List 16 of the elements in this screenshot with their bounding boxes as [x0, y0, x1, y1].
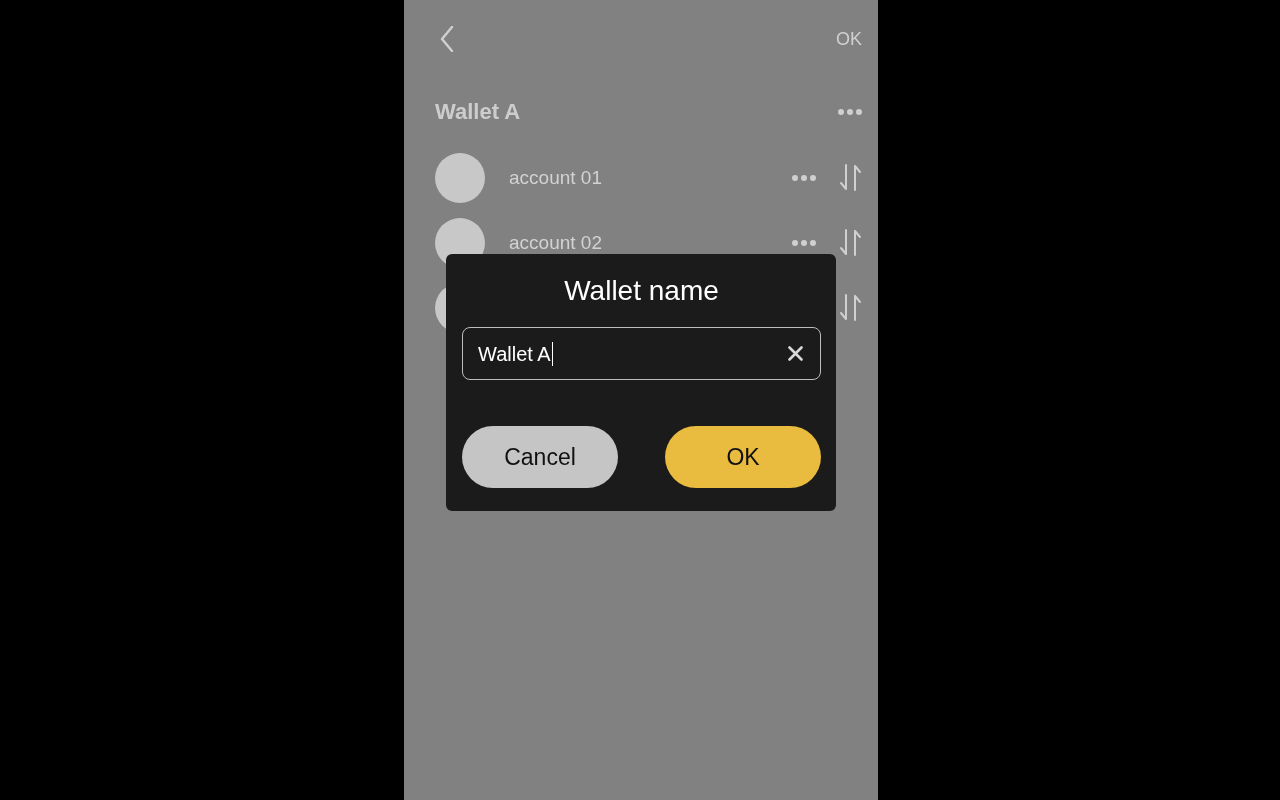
- cancel-button[interactable]: Cancel: [462, 426, 618, 488]
- account-name: account 02: [509, 231, 603, 254]
- clear-icon[interactable]: [788, 346, 803, 361]
- sort-arrows-icon[interactable]: [839, 229, 862, 256]
- more-icon[interactable]: [792, 174, 816, 181]
- sort-arrows-icon[interactable]: [839, 294, 862, 321]
- more-icon[interactable]: [838, 108, 862, 115]
- more-icon[interactable]: [792, 239, 816, 246]
- dialog-title: Wallet name: [564, 274, 719, 308]
- sort-arrows-icon[interactable]: [839, 164, 862, 191]
- avatar-circle-icon: [435, 152, 485, 203]
- chevron-left-icon[interactable]: [440, 26, 454, 52]
- ok-button[interactable]: OK: [665, 426, 821, 488]
- name-input[interactable]: Wallet A: [462, 327, 821, 380]
- account-name: account 01: [509, 166, 603, 189]
- wallet-name: Wallet A: [435, 98, 521, 125]
